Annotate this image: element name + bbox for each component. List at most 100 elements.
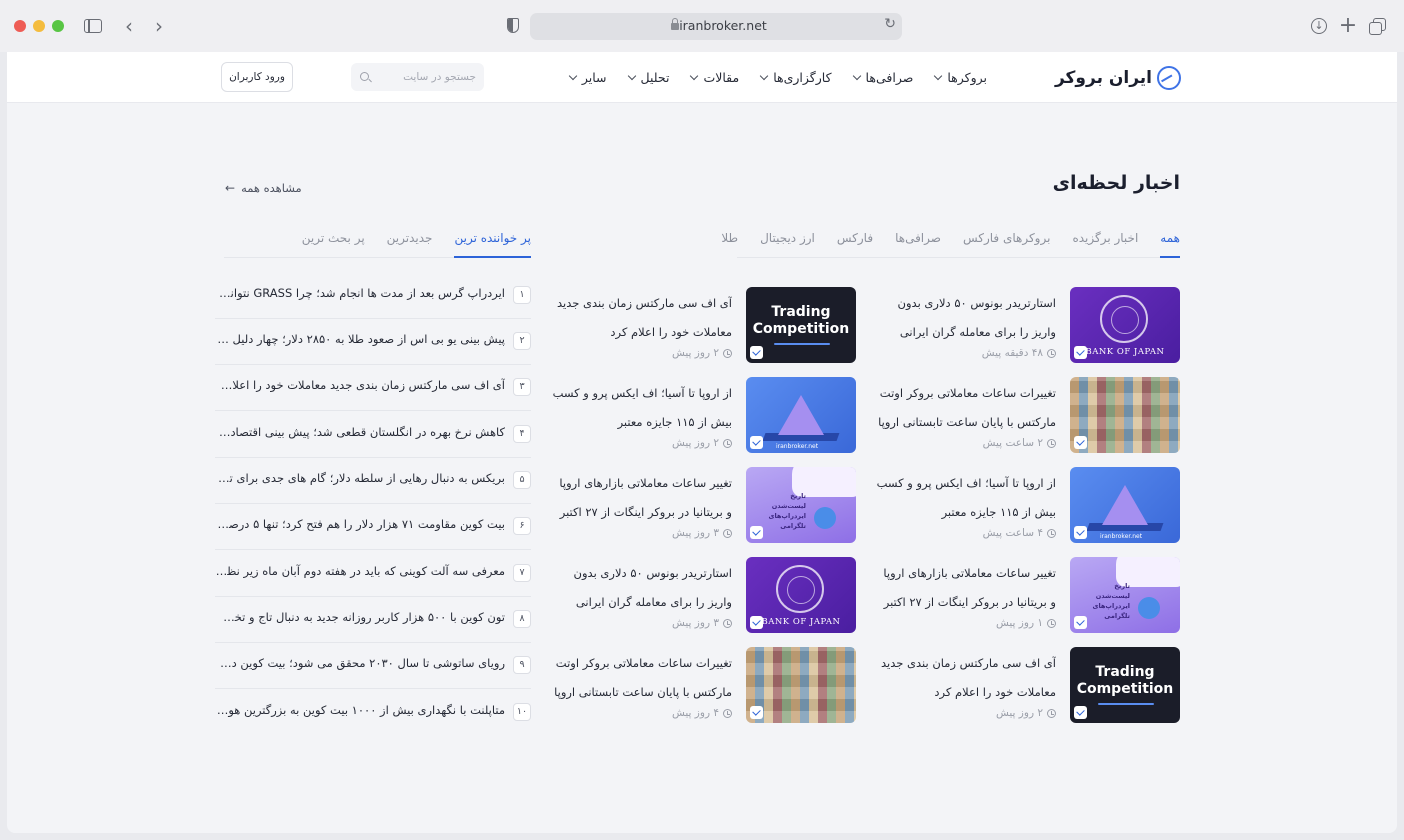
popular-item[interactable]: ۹ رویای ساتوشی تا سال ۲۰۳۰ محقق می شود؛ ب… xyxy=(215,643,531,689)
back-icon[interactable]: ‹ xyxy=(118,15,140,37)
news-thumbnail xyxy=(1070,377,1180,453)
clock-icon xyxy=(1047,618,1056,628)
time-text: ۴ روز پیش xyxy=(671,707,719,719)
time-text: ۴ ساعت پیش xyxy=(982,527,1043,539)
badge-check-icon xyxy=(750,346,763,359)
close-window-button[interactable] xyxy=(14,20,26,32)
privacy-shield-icon[interactable] xyxy=(502,15,524,37)
news-card[interactable]: تاریخ لیست‌شدن ایردراپ‌های تلگرامی تغییر… xyxy=(880,557,1180,633)
news-card[interactable]: Trading Competition آی اف سی مارکتس زمان… xyxy=(556,287,856,363)
forward-icon[interactable]: › xyxy=(148,15,170,37)
chevron-down-icon xyxy=(690,71,699,80)
popular-item[interactable]: ۵ بریکس به دنبال رهایی از سلطه دلار؛ گام … xyxy=(215,458,531,504)
nav-item-exchanges[interactable]: صرافی‌ها xyxy=(852,69,914,85)
nav-item-articles[interactable]: مقالات xyxy=(690,70,739,85)
popular-item[interactable]: ۶ بیت کوین مقاومت ۷۱ هزار دلار را هم فتح … xyxy=(215,504,531,550)
news-card[interactable]: Trading Competition آی اف سی مارکتس زمان… xyxy=(880,647,1180,723)
tab-forex-brokers[interactable]: بروکرهای فارکس xyxy=(963,222,1050,258)
popular-item[interactable]: ۱۰ متاپلنت با نگهداری بیش از ۱۰۰۰ بیت کوی… xyxy=(215,690,531,736)
news-title: آی اف سی مارکتس زمان بندی جدید معاملات خ… xyxy=(556,296,732,339)
tab-forex[interactable]: فارکس xyxy=(837,222,873,258)
pyramid-icon xyxy=(778,395,824,435)
nav-item-brokerages[interactable]: کارگزاری‌ها xyxy=(759,70,832,85)
news-thumbnail: iranbroker.net xyxy=(1070,467,1180,543)
thumb-caption: Trading Competition xyxy=(752,304,850,337)
time-text: ۲ روز پیش xyxy=(671,437,719,449)
badge-check-icon xyxy=(750,706,763,719)
rank-number: ۶ xyxy=(513,517,531,535)
nav-label: سایر xyxy=(581,69,607,85)
news-card[interactable]: تغییرات ساعات معاملاتی بروکر اوتت مارکتس… xyxy=(554,647,856,723)
search-icon[interactable] xyxy=(360,72,369,81)
tab-most-read[interactable]: پر خواننده ترین xyxy=(454,222,531,258)
site-logo[interactable]: ایران بروکر xyxy=(1055,65,1181,91)
tab-featured[interactable]: اخبار برگزیده xyxy=(1072,222,1138,258)
news-card[interactable]: BANK OF JAPAN استارتریدر بونوس ۵۰ دلاری … xyxy=(880,287,1180,363)
reload-icon[interactable]: ↻ xyxy=(884,16,896,32)
news-time: ۲ ساعت پیش xyxy=(983,437,1056,449)
nav-item-other[interactable]: سایر xyxy=(568,69,607,85)
nav-label: صرافی‌ها xyxy=(865,69,914,85)
popular-title: رویای ساتوشی تا سال ۲۰۳۰ محقق می شود؛ بی… xyxy=(215,656,505,670)
rank-number: ۴ xyxy=(513,425,531,443)
clock-icon xyxy=(723,528,732,538)
tab-newest[interactable]: جدیدترین xyxy=(387,222,433,258)
popular-item[interactable]: ۸ تون کوین با ۵۰۰ هزار کاربر روزانه جدید … xyxy=(215,597,531,643)
news-title: تغییر ساعات معاملاتی بازارهای اروپا و بر… xyxy=(559,476,732,519)
news-card[interactable]: iranbroker.net از اروپا تا آسیا؛ اف ایکس… xyxy=(553,377,856,453)
tab-crypto[interactable]: ارز دیجیتال xyxy=(760,222,815,258)
news-card[interactable]: تغییرات ساعات معاملاتی بروکر اوتت مارکتس… xyxy=(878,377,1180,453)
popular-title: بیت کوین مقاومت ۷۱ هزار دلار را هم فتح ک… xyxy=(215,517,505,531)
tab-overview-icon[interactable] xyxy=(1367,15,1389,37)
popular-item[interactable]: ۲ پیش بینی یو بی اس از صعود طلا به ۲۸۵۰ د… xyxy=(215,319,531,365)
popular-title: آی اف سی مارکتس زمان بندی جدید معاملات خ… xyxy=(215,378,505,392)
tab-all[interactable]: همه xyxy=(1160,222,1180,258)
nav-item-brokers[interactable]: بروکرها xyxy=(934,69,987,85)
popular-title: معرفی سه آلت کوینی که باید در هفته دوم آ… xyxy=(215,564,505,578)
popular-item[interactable]: ۴ کاهش نرخ بهره در انگلستان قطعی شد؛ پیش … xyxy=(215,412,531,458)
thumb-caption: Trading Competition xyxy=(1076,664,1174,697)
news-card[interactable]: تاریخ لیست‌شدن ایردراپ‌های تلگرامی تغییر… xyxy=(556,467,856,543)
telegram-icon xyxy=(1138,597,1160,619)
popular-title: پیش بینی یو بی اس از صعود طلا به ۲۸۵۰ دل… xyxy=(215,332,505,346)
login-button[interactable]: ورود کاربران xyxy=(221,62,293,92)
logo-text: ایران بروکر xyxy=(1054,68,1152,88)
tab-exchanges[interactable]: صرافی‌ها xyxy=(895,222,941,258)
nav-item-analysis[interactable]: تحلیل xyxy=(627,70,669,85)
badge-check-icon xyxy=(1074,706,1087,719)
maximize-window-button[interactable] xyxy=(52,20,64,32)
minimize-window-button[interactable] xyxy=(33,20,45,32)
time-text: ۳ روز پیش xyxy=(671,617,719,629)
download-icon[interactable]: ↓ xyxy=(1308,15,1330,37)
site-search xyxy=(351,63,484,91)
search-input[interactable] xyxy=(376,63,476,91)
news-title: استارتریدر بونوس ۵۰ دلاری بدون واریز را … xyxy=(897,296,1056,339)
rank-number: ۵ xyxy=(513,471,531,489)
news-thumbnail: BANK OF JAPAN xyxy=(746,557,856,633)
nav-label: بروکرها xyxy=(947,69,987,85)
rank-number: ۲ xyxy=(513,332,531,350)
address-bar[interactable]: iranbroker.net ↻ xyxy=(530,13,902,40)
news-card[interactable]: iranbroker.net از اروپا تا آسیا؛ اف ایکس… xyxy=(877,467,1180,543)
sidebar-toggle-icon[interactable] xyxy=(82,15,104,37)
site-header: ایران بروکر بروکرها صرافی‌ها کارگزاری‌ها… xyxy=(7,52,1397,103)
news-thumbnail: تاریخ لیست‌شدن ایردراپ‌های تلگرامی xyxy=(746,467,856,543)
clock-icon xyxy=(723,438,732,448)
thumb-caption: تاریخ لیست‌شدن ایردراپ‌های تلگرامی xyxy=(1092,582,1130,620)
time-text: ۳ روز پیش xyxy=(671,527,719,539)
badge-check-icon xyxy=(1074,616,1087,629)
news-thumbnail: تاریخ لیست‌شدن ایردراپ‌های تلگرامی xyxy=(1070,557,1180,633)
tab-most-discussed[interactable]: پر بحث ترین xyxy=(302,222,365,258)
tab-gold[interactable]: طلا xyxy=(721,222,738,258)
popular-item[interactable]: ۱ ایردراپ گرس بعد از مدت ها انجام شد؛ چرا… xyxy=(215,273,531,319)
popular-item[interactable]: ۷ معرفی سه آلت کوینی که باید در هفته دوم … xyxy=(215,551,531,597)
thumb-caption: تاریخ لیست‌شدن ایردراپ‌های تلگرامی xyxy=(768,492,806,530)
news-title: تغییرات ساعات معاملاتی بروکر اوتت مارکتس… xyxy=(878,386,1056,429)
main-nav: بروکرها صرافی‌ها کارگزاری‌ها مقالات تحلی… xyxy=(568,52,987,102)
news-card[interactable]: BANK OF JAPAN استارتریدر بونوس ۵۰ دلاری … xyxy=(556,557,856,633)
view-all-link[interactable]: مشاهده همه ← xyxy=(225,181,302,195)
time-text: ۲ روز پیش xyxy=(671,347,719,359)
new-tab-icon[interactable]: + xyxy=(1337,15,1359,37)
popular-item[interactable]: ۳ آی اف سی مارکتس زمان بندی جدید معاملات … xyxy=(215,365,531,411)
time-text: ۲ روز پیش xyxy=(995,707,1043,719)
